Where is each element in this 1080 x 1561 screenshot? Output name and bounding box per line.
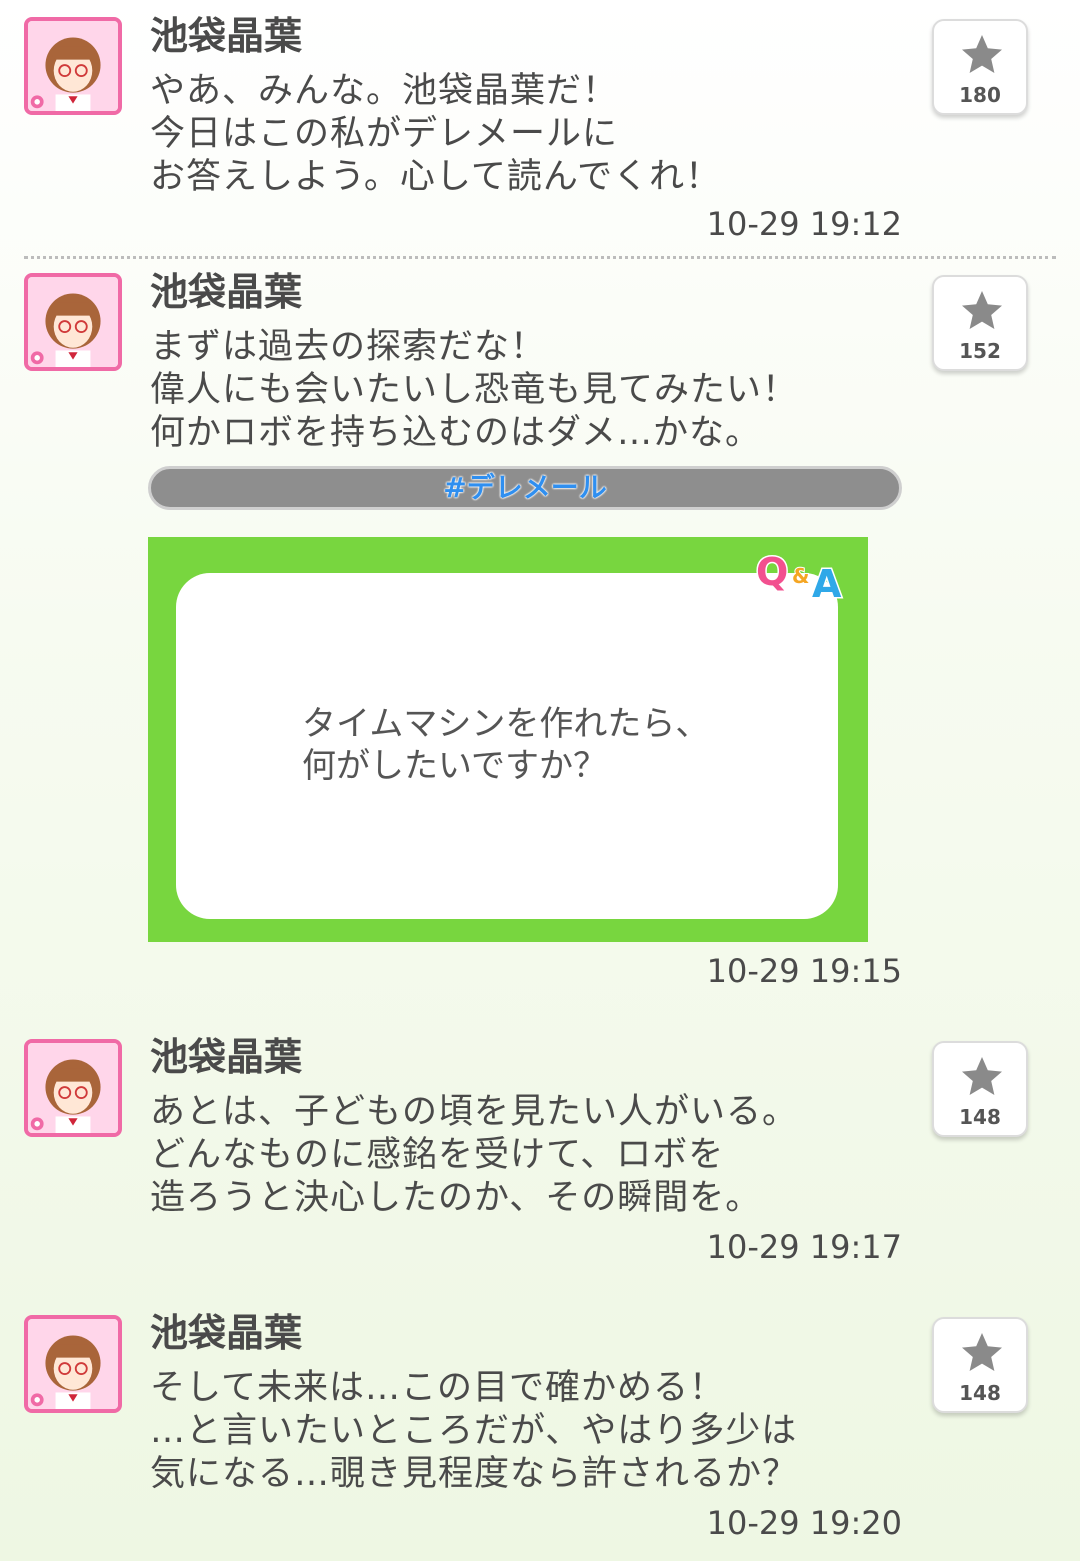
- star-icon: [962, 1057, 1002, 1095]
- like-count: 148: [959, 1381, 1001, 1405]
- post-timestamp: 10-29 19:20: [706, 1504, 902, 1542]
- divider: [24, 256, 1056, 259]
- post-author: 池袋晶葉: [150, 1035, 303, 1079]
- qa-card: タイムマシンを作れたら、 何がしたいですか？: [176, 573, 838, 919]
- like-count: 180: [959, 83, 1001, 107]
- svg-text:Q: Q: [756, 550, 788, 594]
- hashtag-button[interactable]: #デレメール: [148, 466, 902, 510]
- post-author: 池袋晶葉: [150, 14, 303, 58]
- post-text: やあ、みんな。池袋晶葉だ！ 今日はこの私がデレメールに お答えしよう。心して読ん…: [150, 71, 722, 197]
- like-count: 152: [959, 339, 1001, 363]
- star-icon: [962, 291, 1002, 329]
- post-timestamp: 10-29 19:15: [706, 952, 902, 990]
- qa-badge-icon: Q & A: [755, 549, 844, 604]
- like-button[interactable]: 148: [932, 1317, 1028, 1413]
- post-author: 池袋晶葉: [150, 270, 303, 314]
- character-avatar-icon: [28, 1043, 118, 1133]
- avatar[interactable]: [24, 273, 122, 371]
- post-text: あとは、子どもの頃を見たい人がいる。 どんなものに感銘を受けて、ロボを 造ろうと…: [150, 1092, 799, 1218]
- qa-question: タイムマシンを作れたら、 何がしたいですか？: [302, 704, 710, 786]
- avatar[interactable]: [24, 1039, 122, 1137]
- svg-text:A: A: [812, 562, 842, 603]
- svg-text:&: &: [792, 564, 809, 588]
- qa-image: タイムマシンを作れたら、 何がしたいですか？ Q & A: [148, 537, 868, 942]
- like-count: 148: [959, 1105, 1001, 1129]
- post-author: 池袋晶葉: [150, 1311, 303, 1355]
- like-button[interactable]: 148: [932, 1041, 1028, 1137]
- post-text: そして未来は…この目で確かめる！ …と言いたいところだが、やはり多少は 気になる…: [150, 1368, 799, 1494]
- character-avatar-icon: [28, 21, 118, 111]
- character-avatar-icon: [28, 1319, 118, 1409]
- character-avatar-icon: [28, 277, 118, 367]
- star-icon: [962, 1333, 1002, 1371]
- star-icon: [962, 35, 1002, 73]
- post-text: まずは過去の探索だな！ 偉人にも会いたいし恐竜も見てみたい！ 何かロボを持ち込む…: [150, 327, 799, 453]
- avatar[interactable]: [24, 17, 122, 115]
- post-timestamp: 10-29 19:17: [706, 1228, 902, 1266]
- like-button[interactable]: 152: [932, 275, 1028, 371]
- avatar[interactable]: [24, 1315, 122, 1413]
- like-button[interactable]: 180: [932, 19, 1028, 115]
- post-timestamp: 10-29 19:12: [706, 205, 902, 243]
